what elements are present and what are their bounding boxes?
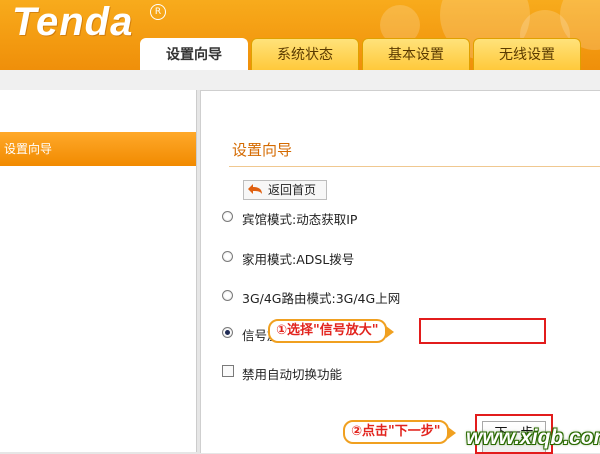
- radio-home-mode[interactable]: [222, 251, 233, 262]
- disable-auto-switch-checkbox[interactable]: [222, 365, 234, 377]
- watermark: www.xiqb.com: [466, 426, 600, 449]
- header-divider: [0, 70, 600, 90]
- callout-step2-text: ②点击"下一步": [351, 424, 441, 439]
- tab-wireless-settings[interactable]: 无线设置: [473, 38, 581, 70]
- callout-step1: ①选择"信号放大": [268, 319, 394, 343]
- title-divider: [229, 166, 600, 167]
- disable-auto-switch-label: 禁用自动切换功能: [242, 367, 343, 382]
- tab-setup-wizard[interactable]: 设置向导: [140, 38, 248, 70]
- radio-3g4g-mode[interactable]: [222, 290, 233, 301]
- callout-arrow-icon: [385, 326, 394, 338]
- back-home-button[interactable]: 返回首页: [243, 180, 327, 200]
- callout-arrow-icon: [447, 427, 456, 439]
- radio-hotel-mode[interactable]: [222, 211, 233, 222]
- registered-mark-icon: R: [150, 4, 166, 20]
- wisp-highlight-box: [419, 318, 546, 344]
- back-home-label: 返回首页: [268, 183, 317, 197]
- option-home-mode-label: 家用模式:ADSL拨号: [242, 252, 355, 267]
- sidebar: 设置向导: [0, 90, 197, 452]
- page-title: 设置向导: [232, 141, 293, 159]
- option-3g4g-mode-label: 3G/4G路由模式:3G/4G上网: [242, 291, 401, 306]
- option-hotel-mode-label: 宾馆模式:动态获取IP: [242, 212, 358, 227]
- radio-wisp-mode[interactable]: [222, 327, 233, 338]
- tab-system-status[interactable]: 系统状态: [251, 38, 359, 70]
- main-panel: 设置向导 返回首页: [200, 90, 600, 453]
- callout-step2: ②点击"下一步": [343, 420, 456, 444]
- tenda-logo: Tenda: [12, 0, 134, 44]
- tab-basic-settings[interactable]: 基本设置: [362, 38, 470, 70]
- sidebar-item-setup-wizard[interactable]: 设置向导: [0, 132, 196, 166]
- back-arrow-icon: [248, 184, 262, 194]
- app-header: Tenda R 设置向导 系统状态 基本设置 无线设置: [0, 0, 600, 70]
- callout-step1-text: ①选择"信号放大": [276, 323, 379, 338]
